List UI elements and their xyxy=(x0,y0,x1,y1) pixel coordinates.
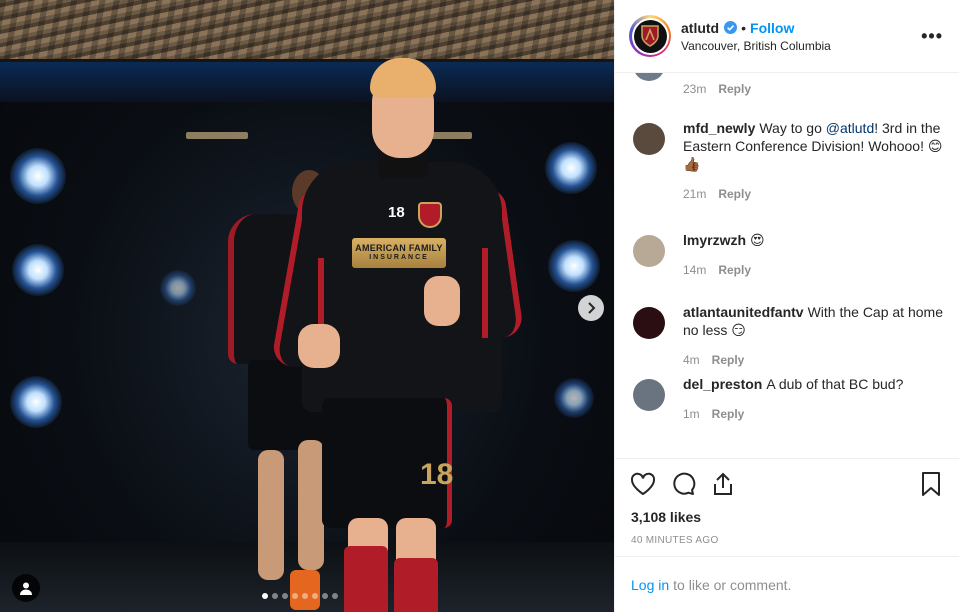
comment-bubble-icon xyxy=(673,472,696,495)
chevron-right-icon xyxy=(588,302,596,314)
comment-time: 23m xyxy=(683,82,707,96)
comment-avatar[interactable] xyxy=(633,73,665,81)
atlanta-united-logo-icon xyxy=(641,25,659,47)
comment-mention[interactable]: @atlutd xyxy=(826,120,874,136)
instagram-post-modal: 18 AMERICAN FAMILY INSURANCE 18 atlutd •… xyxy=(0,0,959,612)
comment-username[interactable]: atlantaunitedfantv xyxy=(683,304,804,320)
share-upload-icon xyxy=(714,472,732,495)
post-header: atlutd • Follow Vancouver, British Colum… xyxy=(615,0,959,73)
save-button[interactable] xyxy=(911,464,951,504)
comment-time: 14m xyxy=(683,263,707,277)
reply-button[interactable]: Reply xyxy=(718,187,751,201)
comment-item: lmyrzwzh 😍 14m Reply xyxy=(633,231,943,279)
reply-button[interactable]: Reply xyxy=(712,407,745,421)
comment-button[interactable] xyxy=(663,464,703,504)
carousel-next-button[interactable] xyxy=(578,295,604,321)
club-crest xyxy=(418,202,442,228)
login-prompt: Log in to like or comment. xyxy=(615,556,959,612)
sponsor-line-2: INSURANCE xyxy=(369,254,429,261)
profile-avatar[interactable] xyxy=(629,15,671,57)
ceiling-light-strip xyxy=(186,132,248,139)
post-side-panel: atlutd • Follow Vancouver, British Colum… xyxy=(614,0,959,612)
reply-button[interactable]: Reply xyxy=(712,353,745,367)
stadium-light xyxy=(554,378,594,418)
header-separator: • xyxy=(741,19,747,36)
stadium-light xyxy=(12,244,64,296)
comment-meta: 23m Reply xyxy=(683,82,751,96)
comments-list[interactable]: 23m Reply mfd_newly Way to go @atlutd! 3rd… xyxy=(615,73,959,458)
carousel-indicator xyxy=(262,593,338,599)
shorts-number: 18 xyxy=(420,458,454,491)
comment-username[interactable]: del_preston xyxy=(683,376,762,392)
carousel-dot xyxy=(272,593,278,599)
comment-time: 4m xyxy=(683,353,700,367)
reply-button[interactable]: Reply xyxy=(718,263,751,277)
post-username[interactable]: atlutd xyxy=(681,20,719,36)
verified-badge-icon xyxy=(724,21,738,34)
comment-avatar[interactable] xyxy=(633,307,665,339)
stadium-light xyxy=(160,270,196,306)
stadium-light xyxy=(10,148,66,204)
comment-item: mfd_newly Way to go @atlutd! 3rd in the E… xyxy=(633,119,943,203)
carousel-dot xyxy=(312,593,318,599)
share-button[interactable] xyxy=(703,464,743,504)
comment-avatar[interactable] xyxy=(633,123,665,155)
post-location[interactable]: Vancouver, British Columbia xyxy=(681,39,921,53)
featured-player: 18 AMERICAN FAMILY INSURANCE 18 xyxy=(270,58,525,612)
stadium-light xyxy=(10,376,62,428)
comment-username[interactable]: mfd_newly xyxy=(683,120,755,136)
reply-button[interactable]: Reply xyxy=(718,82,751,96)
post-photo[interactable]: 18 AMERICAN FAMILY INSURANCE 18 xyxy=(0,0,614,612)
comment-time: 21m xyxy=(683,187,707,201)
comment-text: A dub of that BC bud? xyxy=(766,376,904,392)
bookmark-icon xyxy=(922,472,940,496)
stadium-light xyxy=(548,240,600,292)
comment-meta: 1m Reply xyxy=(683,405,903,423)
user-icon xyxy=(20,582,32,595)
like-count[interactable]: 3,108 likes xyxy=(631,509,943,525)
stadium-light xyxy=(545,142,597,194)
comment-item: del_preston A dub of that BC bud? 1m Reply xyxy=(633,375,943,423)
comment-meta: 4m Reply xyxy=(683,351,943,369)
carousel-dot xyxy=(262,593,268,599)
tunnel-ceiling xyxy=(0,0,614,62)
sponsor-line-1: AMERICAN FAMILY xyxy=(355,243,443,253)
comment-time: 1m xyxy=(683,407,700,421)
comment-text: Way to go xyxy=(759,120,826,136)
carousel-dot xyxy=(332,593,338,599)
comment-avatar[interactable] xyxy=(633,379,665,411)
carousel-dot xyxy=(302,593,308,599)
comment-meta: 14m Reply xyxy=(683,261,765,279)
carousel-dot xyxy=(282,593,288,599)
login-prompt-text: to like or comment. xyxy=(673,576,792,593)
comment-meta: 21m Reply xyxy=(683,185,943,203)
comment-avatar[interactable] xyxy=(633,235,665,267)
comment-item: atlantaunitedfantv With the Cap at home n… xyxy=(633,303,943,369)
jersey-sponsor: AMERICAN FAMILY INSURANCE xyxy=(352,238,446,268)
post-actions: 3,108 likes 40 MINUTES AGO xyxy=(615,458,959,556)
post-timestamp[interactable]: 40 MINUTES AGO xyxy=(631,535,943,546)
comment-text: 😍 xyxy=(750,232,765,248)
comment-username[interactable]: lmyrzwzh xyxy=(683,232,746,248)
login-link[interactable]: Log in xyxy=(631,577,669,593)
more-options-button[interactable]: ••• xyxy=(921,26,943,47)
follow-button[interactable]: Follow xyxy=(750,20,794,36)
tagged-users-button[interactable] xyxy=(12,574,40,602)
heart-icon xyxy=(630,472,656,496)
jersey-number: 18 xyxy=(388,204,405,221)
like-button[interactable] xyxy=(623,464,663,504)
carousel-dot xyxy=(292,593,298,599)
carousel-dot xyxy=(322,593,328,599)
